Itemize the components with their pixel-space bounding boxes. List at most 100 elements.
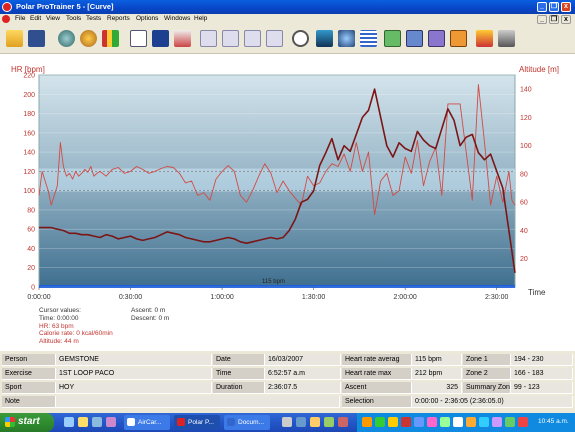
zone2-label: Zone 2 [463, 368, 511, 380]
cursor-calorie-rate: Calorie rate: 0 kcal/60min [39, 330, 113, 338]
duration-value[interactable]: 2:36:07.5 [265, 382, 341, 394]
exercise-value[interactable]: 1ST LOOP PACO [56, 368, 212, 380]
tray-icon-7[interactable] [440, 417, 450, 427]
menu-reports[interactable]: Reports [107, 15, 130, 22]
table-view-icon[interactable] [244, 30, 261, 47]
laps-view-icon[interactable] [266, 30, 283, 47]
menu-view[interactable]: View [46, 15, 60, 22]
curve-chart[interactable]: 0 20 40 60 80 100 120 140 160 180 200 220 20 40 60 80 1… [0, 54, 575, 351]
tray-icon-12[interactable] [505, 417, 515, 427]
bar-view-icon[interactable] [222, 30, 239, 47]
quicklaunch-ie-icon[interactable] [64, 417, 74, 427]
tray-icon-6[interactable] [427, 417, 437, 427]
task-document-label: Docum... [238, 419, 265, 426]
toolbar [0, 25, 575, 54]
quicklaunch-folder-icon[interactable] [78, 417, 88, 427]
task-document[interactable]: Docum... [224, 415, 270, 430]
diary-book-icon[interactable] [152, 30, 169, 47]
tray-icon-10[interactable] [479, 417, 489, 427]
app-icon-1[interactable] [282, 417, 292, 427]
selection-value[interactable]: 0:00:00 - 2:36:05 (2:36:05.0) [412, 396, 573, 408]
app-icon-3[interactable] [310, 417, 320, 427]
tray-icon-8[interactable] [453, 417, 463, 427]
menu-edit[interactable]: Edit [30, 15, 41, 22]
report-orange-icon[interactable] [450, 30, 467, 47]
sync-icon[interactable] [338, 30, 355, 47]
report-green-icon[interactable] [384, 30, 401, 47]
tray-icon-13[interactable] [518, 417, 528, 427]
hr-tick-40: 40 [27, 246, 35, 253]
tray-icon-9[interactable] [466, 417, 476, 427]
app-icon-5[interactable] [338, 417, 348, 427]
menu-tests[interactable]: Tests [86, 15, 101, 22]
hr-max-value: 212 bpm [412, 368, 462, 380]
calendar-icon[interactable] [130, 30, 147, 47]
hr-axis-label: HR [bpm] [11, 65, 45, 74]
menu-tools[interactable]: Tools [66, 15, 81, 22]
bar-stats-icon[interactable] [102, 30, 119, 47]
time-value[interactable]: 6:52:57 a.m [265, 368, 341, 380]
quicklaunch-media-icon[interactable] [106, 417, 116, 427]
sport-value[interactable]: HOY [56, 382, 212, 394]
close-button[interactable]: x [561, 2, 571, 12]
hr-axis-ticks: 020406080100120140160180200220 [23, 73, 35, 292]
restore-button[interactable]: ❐ [549, 2, 559, 12]
altitude-tick-60: 60 [520, 200, 528, 207]
task-polar[interactable]: Polar P... [174, 415, 220, 430]
hr-average-label: Heart rate averag [342, 354, 412, 366]
tools-icon[interactable] [498, 30, 515, 47]
time-tick-0:30:00: 0:30:00 [119, 294, 142, 301]
menu-help[interactable]: Help [194, 15, 207, 22]
child-close-button[interactable]: x [561, 15, 571, 24]
task-aircar[interactable]: AirCar... [124, 415, 170, 430]
upload-icon[interactable] [316, 30, 333, 47]
tray-icon-3[interactable] [388, 417, 398, 427]
altitude-tick-120: 120 [520, 115, 532, 122]
quicklaunch-desktop-icon[interactable] [92, 417, 102, 427]
baseline-label: 115 bpm [262, 279, 285, 285]
settings-wheel-icon[interactable] [80, 30, 97, 47]
zoom-icon[interactable] [292, 30, 309, 47]
tray-icon-5[interactable] [414, 417, 424, 427]
data-wave-icon[interactable] [360, 30, 377, 47]
fitness-person-icon[interactable] [174, 30, 191, 47]
tray-icon-4[interactable] [401, 417, 411, 427]
date-value[interactable]: 16/03/2007 [265, 354, 341, 366]
child-minimize-button[interactable]: _ [537, 15, 547, 24]
duration-label: Duration [213, 382, 265, 394]
open-folder-icon[interactable] [6, 30, 23, 47]
save-disk-icon[interactable] [28, 30, 45, 47]
note-value[interactable] [56, 396, 340, 408]
time-tick-1:30:00: 1:30:00 [302, 294, 325, 301]
cursor-ascent: Ascent: 0 m [131, 307, 166, 314]
start-button[interactable]: start [0, 413, 54, 432]
start-label: start [18, 416, 40, 427]
child-restore-button[interactable]: ❐ [549, 15, 559, 24]
tray-icon-2[interactable] [375, 417, 385, 427]
report-red-icon[interactable] [476, 30, 493, 47]
report-purple-icon[interactable] [428, 30, 445, 47]
person-value[interactable]: GEMSTONE [56, 354, 212, 366]
ascent-label: Ascent [342, 382, 412, 394]
menu-file[interactable]: File [15, 15, 25, 22]
tray-icon-1[interactable] [362, 417, 372, 427]
minimize-button[interactable]: _ [537, 2, 547, 12]
mdi-system-icon[interactable] [2, 15, 10, 23]
windows-taskbar: start AirCar... Polar P... Docum... 10:4… [0, 413, 575, 432]
menu-options[interactable]: Options [136, 15, 158, 22]
app-icon-2[interactable] [296, 417, 306, 427]
person-label: Person [2, 354, 56, 366]
add-exercise-icon[interactable] [58, 30, 75, 47]
time-tick-2:00:00: 2:00:00 [393, 294, 416, 301]
time-axis-label: Time [528, 288, 546, 297]
curve-view-icon[interactable] [200, 30, 217, 47]
date-label: Date [213, 354, 265, 366]
app-icon-4[interactable] [324, 417, 334, 427]
menu-bar: File Edit View Tools Tests Reports Optio… [0, 14, 575, 25]
hr-average-value: 115 bpm [412, 354, 462, 366]
hr-tick-180: 180 [23, 111, 35, 118]
report-blue-icon[interactable] [406, 30, 423, 47]
tray-icon-11[interactable] [492, 417, 502, 427]
cursor-altitude: Altitude: 44 m [39, 338, 79, 346]
menu-windows[interactable]: Windows [164, 15, 190, 22]
